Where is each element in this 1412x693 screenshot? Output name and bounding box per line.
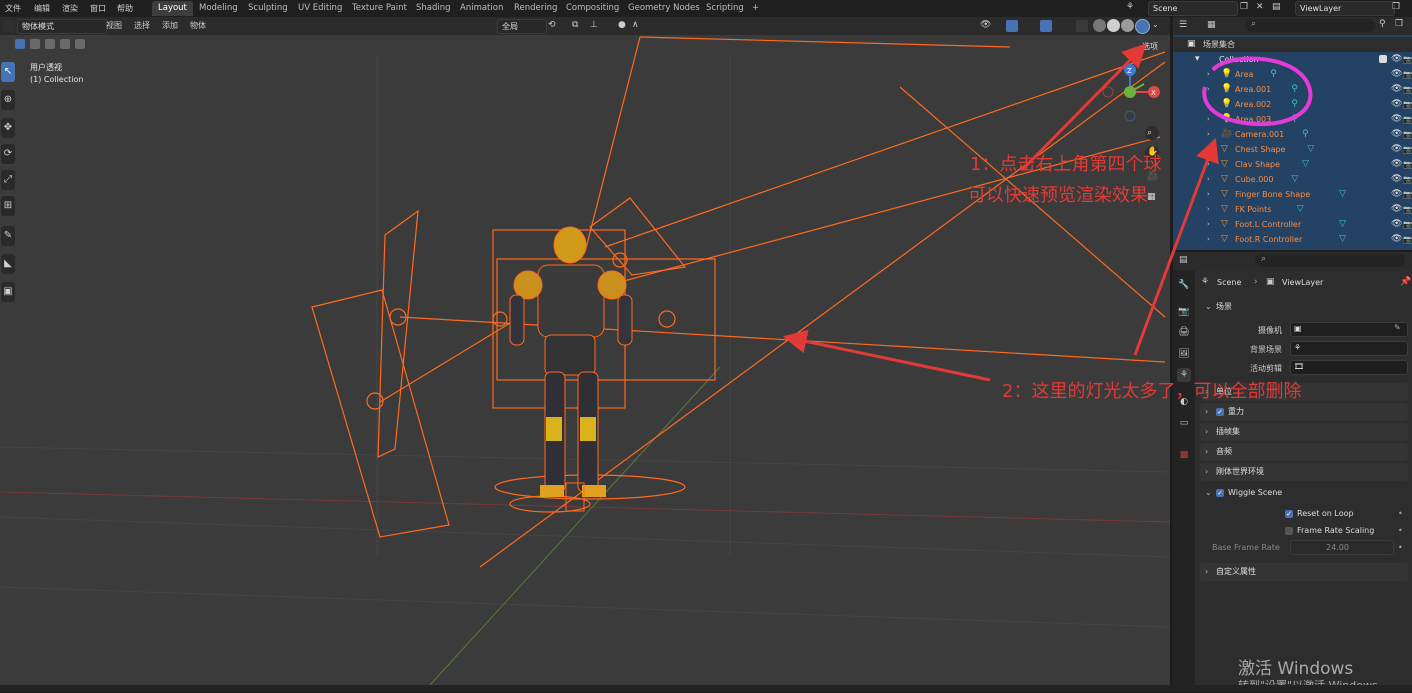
annotation-note1-line2: 可以快速预览渲染效果 [968,185,1148,206]
annotation-note2: 2：这里的灯光太多了，可以全部删除 [1002,381,1302,402]
status-bar [0,685,1412,692]
annotation-arrows [782,43,1219,382]
annotation-note1-line1: 1：点击右上角第四个球 [970,154,1162,175]
arrow-to-lights [782,329,991,382]
windows-activation-title: 激活 Windows [1238,659,1354,679]
